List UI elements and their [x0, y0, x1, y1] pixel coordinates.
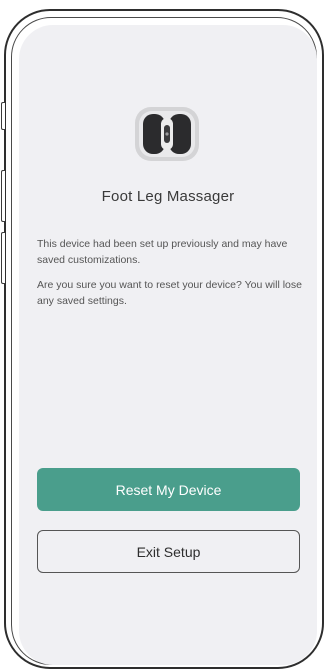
side-button-action: [1, 102, 5, 130]
reset-device-screen: Foot Leg Massager This device had been s…: [19, 25, 317, 665]
side-button-volume-down: [1, 232, 5, 284]
device-name: Foot Leg Massager: [101, 188, 235, 205]
side-button-volume-up: [1, 170, 5, 222]
reset-device-button[interactable]: Reset My Device: [37, 468, 300, 511]
reset-confirmation-message: Are you sure you want to reset your devi…: [37, 279, 302, 307]
foot-massager-icon: [135, 107, 199, 161]
previous-setup-message: This device had been set up previously a…: [37, 238, 288, 266]
exit-setup-button[interactable]: Exit Setup: [37, 530, 300, 573]
